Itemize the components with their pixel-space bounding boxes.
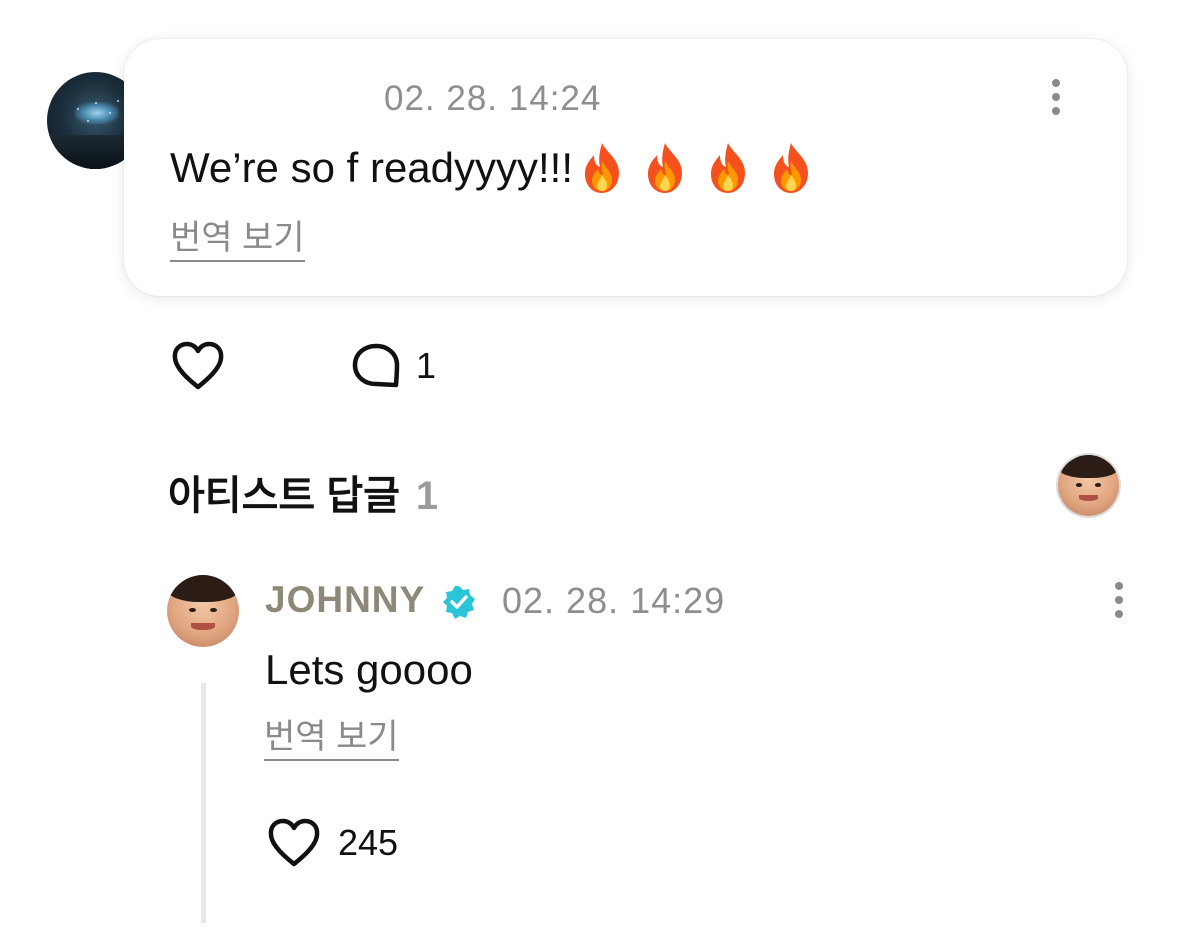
thread-line [201,683,206,923]
post-text: We’re so f readyyyy!!! [170,144,574,191]
reply-text: Lets goooo [265,646,473,693]
fire-emoji-icon [585,143,620,193]
artist-avatar[interactable] [1058,455,1119,516]
translate-link[interactable]: 번역 보기 [264,718,399,762]
verified-badge-icon [443,586,475,619]
heart-outline-icon[interactable] [170,340,226,392]
fire-emoji-icon [711,143,746,193]
light-dot [117,100,119,102]
more-vertical-icon[interactable] [1107,580,1131,620]
artist-replies-title: 아티스트 답글 [168,474,400,518]
reply-like-count: 245 [338,822,399,863]
light-dot [95,102,97,104]
fire-emoji-icon [648,143,683,193]
fire-emoji-icon [774,143,809,193]
artist-replies-header: 아티스트 답글 1 [168,463,438,521]
light-dot [109,112,111,114]
translate-link[interactable]: 번역 보기 [170,219,305,263]
more-vertical-icon[interactable] [1044,77,1068,117]
light-dot [87,120,89,122]
post-timestamp: 02. 28. 14:24 [384,79,602,118]
light-dot [77,108,79,110]
comment-thread: 02. 28. 14:24 We’re so f readyyyy!!! 번역 … [0,0,1179,929]
reply-timestamp: 02. 28. 14:29 [502,580,726,621]
fire-emoji-group [577,141,829,195]
reply-author-name[interactable]: JOHNNY [265,579,425,621]
post-body: We’re so f readyyyy!!! [170,141,829,195]
comment-bubble-icon[interactable] [350,342,402,390]
comment-count: 1 [416,345,437,386]
stage-light [75,102,119,124]
heart-outline-icon[interactable] [266,817,322,869]
artist-replies-count: 1 [415,474,439,518]
post-card: 02. 28. 14:24 We’re so f readyyyy!!! 번역 … [124,39,1127,296]
reply-author-avatar[interactable] [167,575,239,647]
